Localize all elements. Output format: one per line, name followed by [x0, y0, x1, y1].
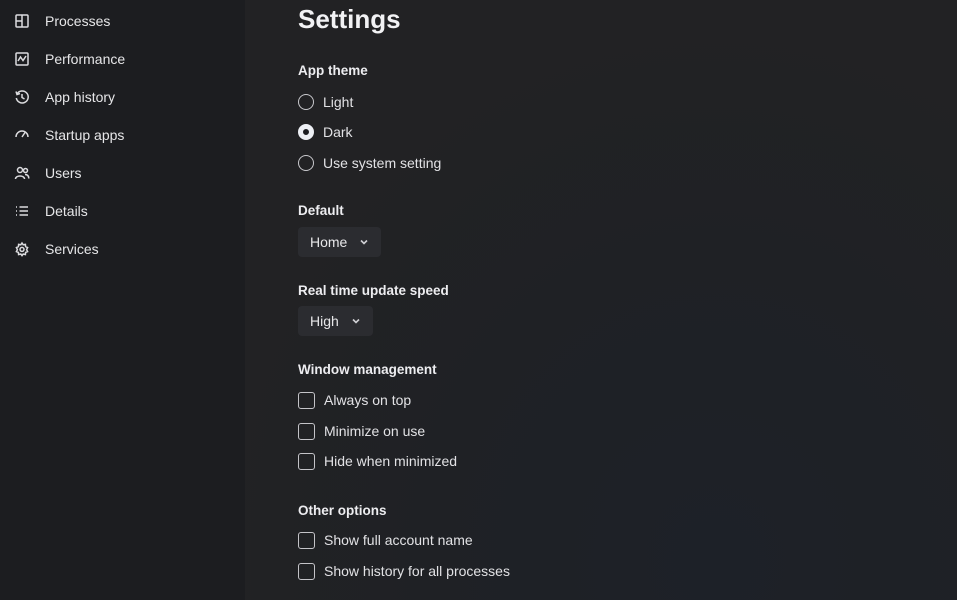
app-theme-heading: App theme — [298, 63, 368, 78]
theme-radio-light[interactable]: Light — [298, 91, 353, 113]
show-full-account-name-checkbox[interactable]: Show full account name — [298, 529, 473, 551]
sidebar-item-startup-apps[interactable]: Startup apps — [0, 116, 245, 154]
radio-button[interactable] — [298, 155, 314, 171]
sidebar-item-services[interactable]: Services — [0, 230, 245, 268]
minimize-on-use-checkbox[interactable]: Minimize on use — [298, 420, 425, 442]
update-speed-heading: Real time update speed — [298, 283, 449, 298]
theme-option-label: Dark — [323, 124, 353, 140]
checkbox-label: Always on top — [324, 392, 412, 408]
default-page-heading: Default — [298, 203, 344, 218]
theme-option-label: Use system setting — [323, 155, 442, 171]
services-icon — [13, 240, 31, 258]
checkbox[interactable] — [298, 391, 315, 409]
radio-button-selected[interactable] — [298, 124, 314, 140]
show-history-all-processes-checkbox[interactable]: Show history for all processes — [298, 560, 510, 582]
radio-button[interactable] — [298, 94, 314, 110]
theme-option-label: Light — [323, 94, 354, 110]
theme-radio-dark[interactable]: Dark — [298, 121, 353, 143]
sidebar-item-performance[interactable]: Performance — [0, 40, 245, 78]
checkbox[interactable] — [298, 422, 315, 440]
task-manager-window: Processes Performance App history Startu… — [0, 0, 957, 600]
users-icon — [13, 164, 31, 182]
default-page-dropdown[interactable]: Home — [298, 227, 382, 257]
page-title: Settings — [298, 4, 401, 34]
checkbox[interactable] — [298, 531, 315, 549]
sidebar-item-label: App history — [45, 89, 116, 105]
other-options-heading: Other options — [298, 503, 387, 518]
checkbox-label: Minimize on use — [324, 423, 426, 439]
chevron-down-icon — [351, 316, 361, 326]
startup-apps-icon — [13, 126, 31, 144]
hide-when-minimized-checkbox[interactable]: Hide when minimized — [298, 450, 457, 472]
sidebar-item-label: Processes — [45, 13, 111, 29]
checkbox-label: Show full account name — [324, 532, 473, 548]
update-speed-dropdown[interactable]: High — [298, 306, 373, 336]
sidebar-item-details[interactable]: Details — [0, 192, 245, 230]
window-management-heading: Window management — [298, 362, 437, 377]
sidebar-item-label: Startup apps — [45, 127, 125, 143]
sidebar: Processes Performance App history Startu… — [0, 0, 245, 600]
processes-icon — [13, 12, 31, 30]
settings-page: Settings App theme Light Dark Use system… — [245, 0, 957, 600]
sidebar-item-label: Details — [45, 203, 88, 219]
checkbox[interactable] — [298, 562, 315, 580]
chevron-down-icon — [359, 237, 369, 247]
checkbox-label: Hide when minimized — [324, 453, 458, 469]
always-on-top-checkbox[interactable]: Always on top — [298, 389, 411, 411]
sidebar-item-processes[interactable]: Processes — [0, 2, 245, 40]
sidebar-item-label: Users — [45, 165, 82, 181]
details-icon — [13, 202, 31, 220]
performance-icon — [13, 50, 31, 68]
dropdown-value: High — [310, 313, 339, 329]
app-history-icon — [13, 88, 31, 106]
sidebar-item-app-history[interactable]: App history — [0, 78, 245, 116]
dropdown-value: Home — [310, 234, 348, 250]
sidebar-item-label: Performance — [45, 51, 126, 67]
checkbox-label: Show history for all processes — [324, 563, 510, 579]
checkbox[interactable] — [298, 452, 315, 470]
theme-radio-system[interactable]: Use system setting — [298, 152, 441, 174]
sidebar-item-users[interactable]: Users — [0, 154, 245, 192]
sidebar-item-label: Services — [45, 241, 99, 257]
